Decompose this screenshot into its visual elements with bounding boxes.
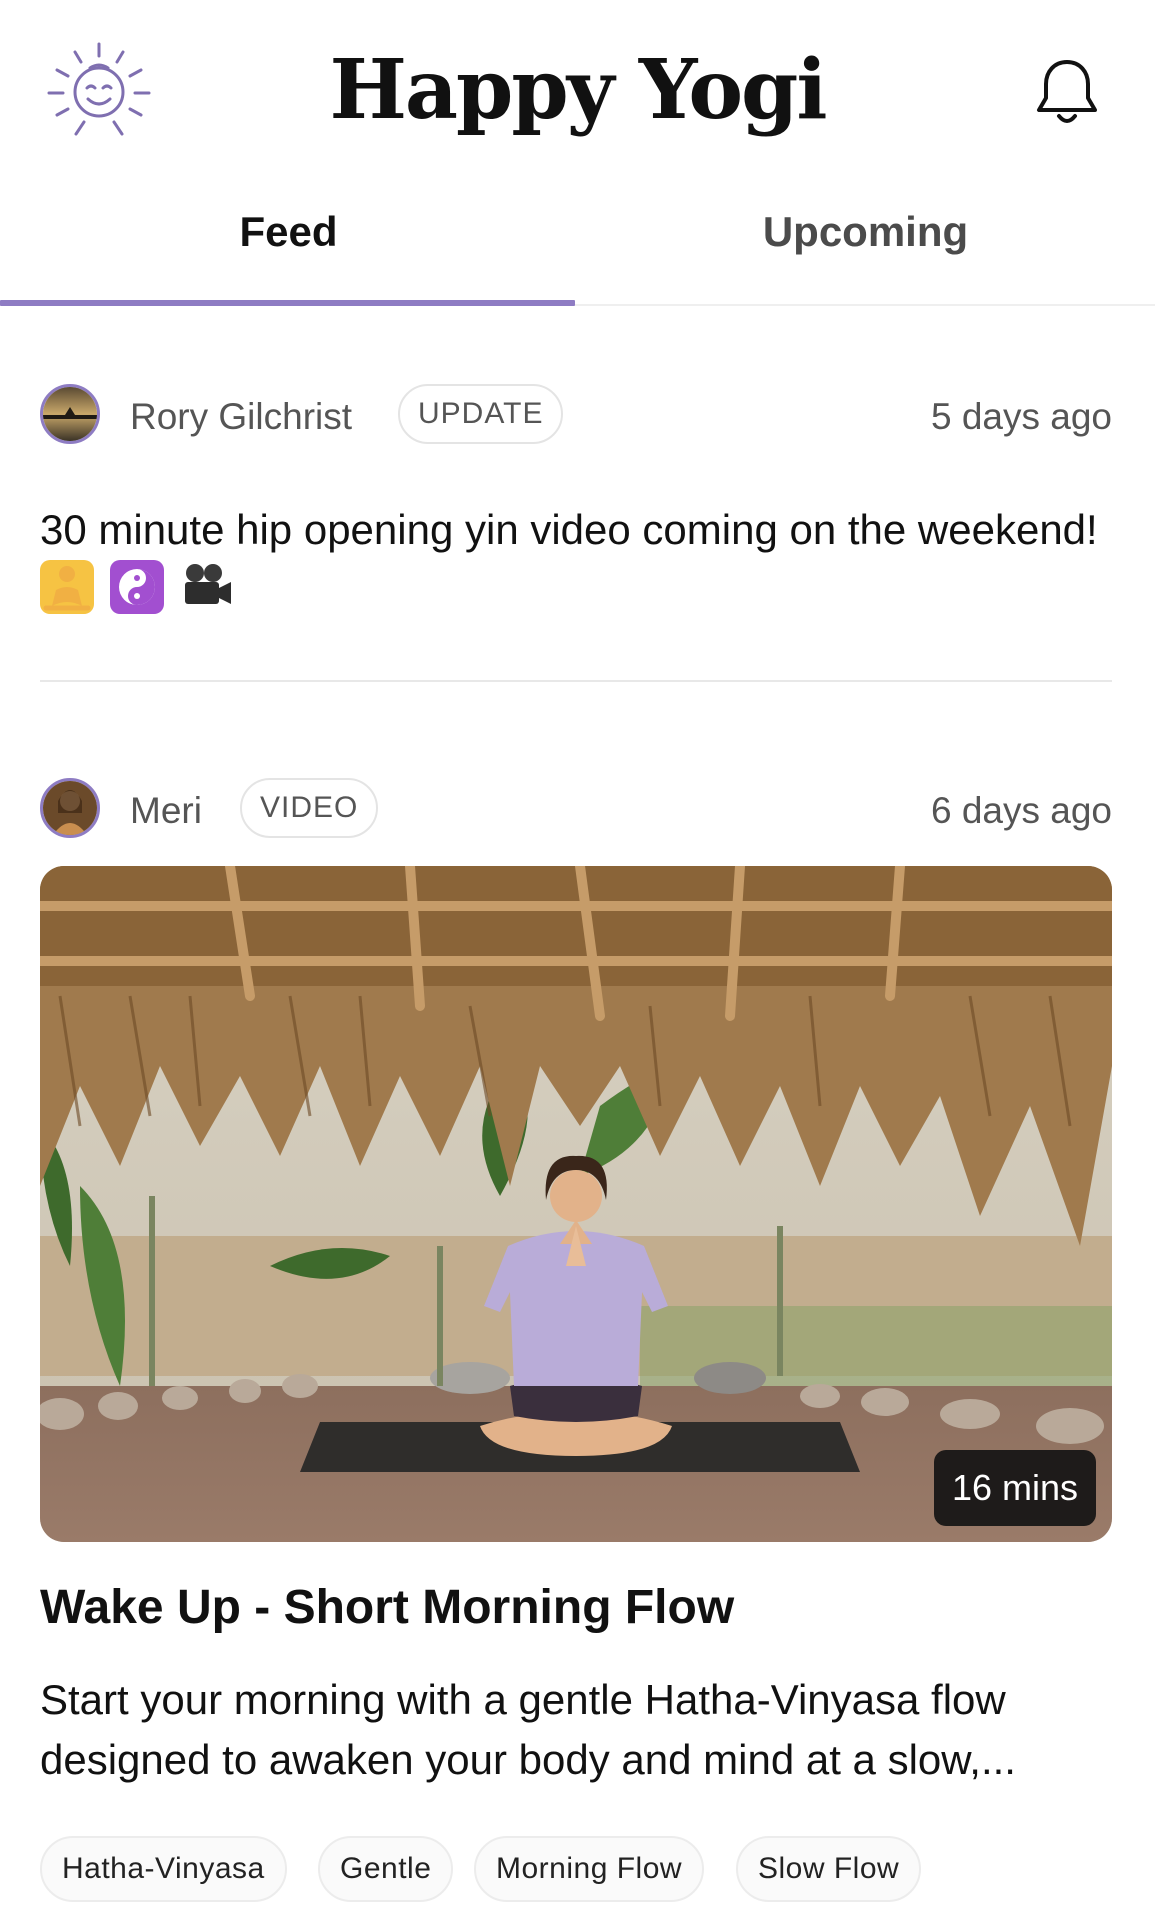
tag-chip[interactable]: Gentle xyxy=(318,1836,454,1902)
video-duration-badge: 16 mins xyxy=(933,1450,1096,1526)
post-timestamp: 6 days ago xyxy=(930,790,1112,831)
video-thumbnail[interactable]: 16 mins xyxy=(40,866,1112,1542)
post-text: 30 minute hip opening yin video coming o… xyxy=(40,506,1098,553)
post-timestamp: 5 days ago xyxy=(930,396,1112,437)
app-screen: Happy Yogi Feed Upcoming Rory Gilchrist … xyxy=(0,0,1155,1927)
avatar[interactable] xyxy=(40,384,100,444)
video-tags: Hatha-Vinyasa Gentle Morning Flow Slow F… xyxy=(40,1836,1120,1904)
author-name[interactable]: Rory Gilchrist xyxy=(130,396,352,438)
yoga-video-image xyxy=(40,866,1112,1542)
author-name[interactable]: Meri xyxy=(130,790,202,832)
bell-icon[interactable] xyxy=(1034,56,1100,128)
post-type-badge: UPDATE xyxy=(398,384,564,444)
app-header: Happy Yogi xyxy=(0,0,1155,180)
post-header: Meri VIDEO 6 days ago xyxy=(40,778,1112,842)
tab-feed[interactable]: Feed xyxy=(0,208,577,256)
tag-chip[interactable]: Hatha-Vinyasa xyxy=(40,1836,287,1902)
post-divider xyxy=(40,680,1112,682)
active-tab-indicator xyxy=(0,300,575,306)
avatar[interactable] xyxy=(40,778,100,838)
tag-chip[interactable]: Slow Flow xyxy=(736,1836,922,1902)
yin-yang-icon xyxy=(109,560,164,614)
tag-chip[interactable]: Morning Flow xyxy=(474,1836,705,1902)
post-type-badge: VIDEO xyxy=(240,778,379,838)
movie-camera-icon xyxy=(179,560,234,614)
person-in-lotus-position-icon xyxy=(40,560,94,614)
post-header: Rory Gilchrist UPDATE 5 days ago xyxy=(40,384,1112,448)
post-body: 30 minute hip opening yin video coming o… xyxy=(40,500,1115,622)
feed-tabs: Feed Upcoming xyxy=(0,190,1155,306)
video-description: Start your morning with a gentle Hatha-V… xyxy=(40,1676,1016,1783)
tab-upcoming[interactable]: Upcoming xyxy=(577,208,1154,256)
app-title: Happy Yogi xyxy=(329,42,827,138)
video-title[interactable]: Wake Up - Short Morning Flow xyxy=(40,1580,734,1635)
